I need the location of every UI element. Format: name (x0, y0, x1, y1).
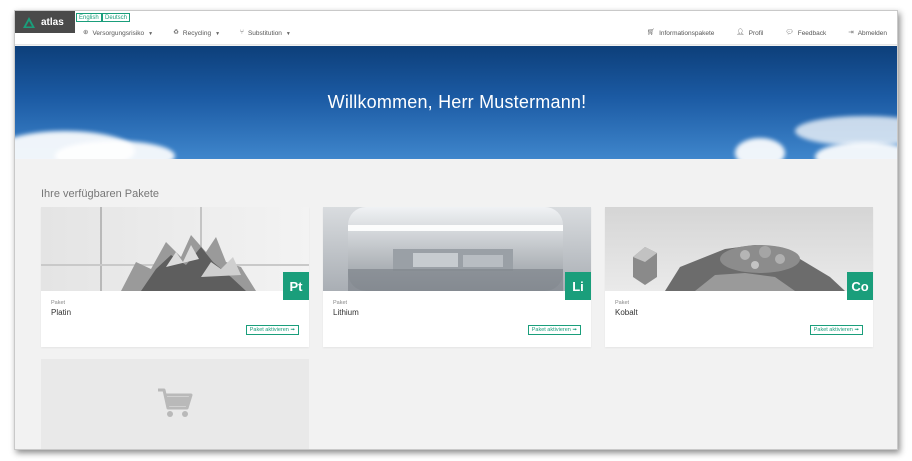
menu-recycling[interactable]: ♻ Recycling ▼ (173, 30, 220, 37)
cart-icon (158, 388, 193, 417)
package-card-platin: Pt Paket Platin Paket aktivieren ➟ (41, 207, 309, 347)
package-kind-label: Paket (615, 300, 630, 306)
menu-feedback-label: Feedback (797, 30, 827, 37)
cloud-decoration (795, 116, 897, 146)
menu-informationspakete-label: Informationspakete (659, 30, 715, 37)
globe-icon: ⊕ (83, 29, 89, 37)
top-navbar: atlas English Deutsch ⊕ Versorgungsrisik… (15, 11, 897, 45)
menu-abmelden-label: Abmelden (857, 30, 887, 37)
menu-informationspakete[interactable]: 🛒︎ Informationspakete (647, 30, 715, 37)
element-badge-co: Co (847, 272, 873, 300)
menu-abmelden[interactable]: ⇥ Abmelden (848, 30, 887, 37)
package-image-lithium (323, 207, 591, 291)
chevron-down-icon: ▼ (215, 30, 221, 37)
menu-substitution[interactable]: ⑂ Substitution ▼ (240, 30, 291, 37)
user-menu: 🛒︎ Informationspakete 👤︎ Profil 💬︎ Feedb… (647, 30, 887, 37)
menu-recycling-label: Recycling (182, 30, 212, 37)
package-name: Lithium (333, 308, 359, 317)
menu-versorgungsrisiko[interactable]: ⊕ Versorgungsrisiko ▼ (83, 30, 153, 37)
package-name: Kobalt (615, 308, 638, 317)
hero-banner: Willkommen, Herr Mustermann! (15, 46, 897, 159)
substitution-icon: ⑂ (240, 29, 244, 37)
logout-icon: ⇥ (848, 29, 854, 37)
chevron-down-icon: ▼ (285, 30, 291, 37)
menu-substitution-label: Substitution (247, 30, 282, 37)
add-package-card[interactable] (41, 359, 309, 449)
activate-package-button-kobalt[interactable]: Paket aktivieren ➟ (809, 325, 863, 335)
element-badge-li: Li (565, 272, 591, 300)
chevron-down-icon: ▼ (148, 30, 154, 37)
element-badge-pt: Pt (283, 272, 309, 300)
menu-profil[interactable]: 👤︎ Profil (736, 30, 763, 37)
package-image-kobalt (605, 207, 873, 291)
language-english-button[interactable]: English (76, 13, 102, 22)
cloud-decoration (815, 142, 897, 159)
language-deutsch-button[interactable]: Deutsch (102, 13, 131, 22)
brand-name: atlas (41, 16, 64, 28)
cart-icon: 🛒︎ (646, 29, 656, 37)
atlas-logo-icon (23, 16, 35, 28)
brand-logo[interactable]: atlas (15, 11, 75, 33)
user-icon: 👤︎ (736, 29, 745, 37)
main-menu: ⊕ Versorgungsrisiko ▼ ♻ Recycling ▼ ⑂ Su… (83, 30, 291, 37)
menu-profil-label: Profil (748, 30, 764, 37)
welcome-title: Willkommen, Herr Mustermann! (327, 92, 587, 112)
package-kind-label: Paket (51, 300, 66, 306)
menu-feedback[interactable]: 💬︎ Feedback (785, 30, 826, 37)
recycle-icon: ♻ (173, 29, 179, 37)
chat-icon: 💬︎ (785, 29, 794, 37)
package-kind-label: Paket (333, 300, 348, 306)
package-name: Platin (51, 308, 72, 317)
activate-package-button-lithium[interactable]: Paket aktivieren ➟ (527, 325, 581, 335)
app-window: atlas English Deutsch ⊕ Versorgungsrisik… (14, 10, 898, 450)
package-card-kobalt: Co Paket Kobalt Paket aktivieren ➟ (605, 207, 873, 347)
packages-heading: Ihre verfügbaren Pakete (41, 188, 160, 200)
menu-versorgungsrisiko-label: Versorgungsrisiko (92, 30, 145, 37)
package-image-platin (41, 207, 309, 291)
activate-package-button-platin[interactable]: Paket aktivieren ➟ (245, 325, 299, 335)
package-card-lithium: Li Paket Lithium Paket aktivieren ➟ (323, 207, 591, 347)
cloud-decoration (735, 138, 785, 159)
